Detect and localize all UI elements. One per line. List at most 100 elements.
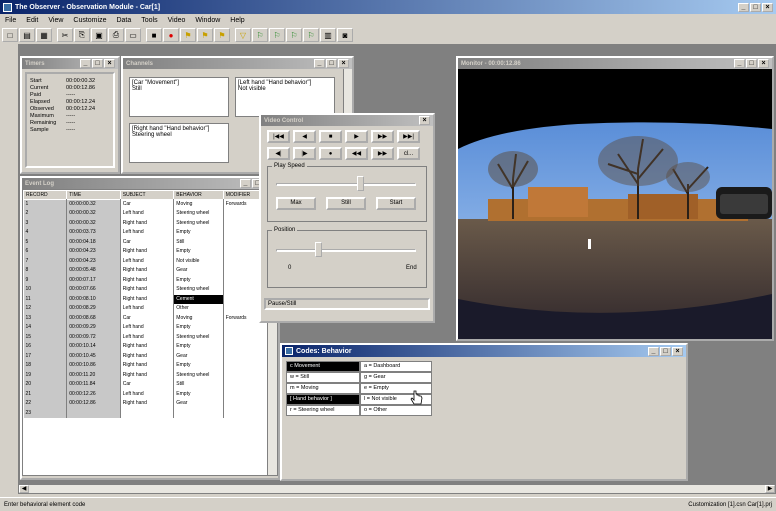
table-row[interactable]: 8 00:00:05.48 Right hand Gear	[23, 266, 269, 276]
menu-data[interactable]: Data	[111, 17, 136, 24]
minimize-icon[interactable]: _	[734, 59, 745, 68]
video-button-row1-1[interactable]: ◀	[293, 130, 316, 143]
maximize-icon[interactable]: □	[746, 59, 757, 68]
table-row[interactable]: 21 00:00:12.26 Left hand Empty	[23, 389, 269, 399]
column-header[interactable]: TIME	[66, 190, 121, 200]
video-button-row1-3[interactable]: ▶	[345, 130, 368, 143]
video-button-row2-1[interactable]: |▶	[293, 147, 316, 160]
print-icon[interactable]: ⎙	[108, 28, 124, 42]
column-header[interactable]: SUBJECT	[119, 190, 175, 200]
table-row[interactable]: 22 00:00:12.86 Right hand Gear	[23, 399, 269, 409]
menu-edit[interactable]: Edit	[21, 17, 43, 24]
column-header[interactable]: BEHAVIOR	[173, 190, 224, 200]
event-icon[interactable]: ⚑	[180, 28, 196, 42]
save-icon[interactable]: ▦	[36, 28, 52, 42]
column-header[interactable]: RECORD	[23, 190, 68, 200]
code-item[interactable]: w = Still	[286, 372, 360, 383]
code-item[interactable]: a = Dashboard	[360, 361, 432, 372]
table-row[interactable]: 14 00:00:09.29 Left hand Empty	[23, 323, 269, 333]
code-item[interactable]: o = Other	[360, 405, 432, 416]
table-row[interactable]: 16 00:00:10.14 Right hand Empty	[23, 342, 269, 352]
minimize-icon[interactable]: _	[738, 2, 749, 12]
cut-icon[interactable]: ✂	[57, 28, 73, 42]
sample-icon[interactable]: ⚑	[197, 28, 213, 42]
video-button-row1-2[interactable]: ■	[319, 130, 342, 143]
menu-video[interactable]: Video	[163, 17, 191, 24]
minimize-icon[interactable]: _	[314, 59, 325, 68]
table-row[interactable]: 1 00:00:00.32 Car Moving Forwards	[23, 199, 269, 209]
table-cell: Left hand	[120, 332, 175, 342]
video-button-row2-2[interactable]: ●	[319, 147, 342, 160]
table-row[interactable]: 23	[23, 408, 269, 418]
preview-icon[interactable]: ▭	[125, 28, 141, 42]
table-row[interactable]: 15 00:00:09.72 Left hand Steering wheel	[23, 332, 269, 342]
video-button-row2-0[interactable]: ◀|	[267, 147, 290, 160]
scroll-right-icon[interactable]: ▶	[765, 485, 775, 493]
position-thumb[interactable]	[315, 242, 322, 257]
table-row[interactable]: 13 00:00:08.68 Car Moving Forwards	[23, 313, 269, 323]
open-icon[interactable]: ▤	[19, 28, 35, 42]
table-row[interactable]: 3 00:00:00.32 Right hand Steering wheel	[23, 218, 269, 228]
code-item[interactable]: m = Moving	[286, 383, 360, 394]
table-row[interactable]: 2 00:00:00.32 Left hand Steering wheel	[23, 209, 269, 219]
video-button-row1-5[interactable]: ▶▶|	[397, 130, 420, 143]
maximize-icon[interactable]: □	[660, 346, 671, 356]
table-row[interactable]: 7 00:00:04.23 Left hand Not visible	[23, 256, 269, 266]
flag2-icon[interactable]: ⚐	[269, 28, 285, 42]
record-icon[interactable]: ●	[163, 28, 179, 42]
filter-icon[interactable]: ▽	[235, 28, 251, 42]
table-row[interactable]: 6 00:00:04.23 Right hand Empty	[23, 247, 269, 257]
table-row[interactable]: 18 00:00:10.86 Right hand Empty	[23, 361, 269, 371]
chart-icon[interactable]: ▥	[320, 28, 336, 42]
table-row[interactable]: 10 00:00:07.66 Right hand Steering wheel	[23, 285, 269, 295]
flag-icon[interactable]: ⚐	[252, 28, 268, 42]
table-row[interactable]: 12 00:00:08.29 Left hand Other	[23, 304, 269, 314]
copy-icon[interactable]: ⎘	[74, 28, 90, 42]
code-item[interactable]: g = Gear	[360, 372, 432, 383]
minimize-icon[interactable]: _	[648, 346, 659, 356]
stop-icon[interactable]: ■	[146, 28, 162, 42]
minimize-icon[interactable]: _	[240, 179, 251, 188]
table-row[interactable]: 9 00:00:07.17 Right hand Empty	[23, 275, 269, 285]
flag3-icon[interactable]: ⚐	[286, 28, 302, 42]
close-icon[interactable]: ×	[758, 59, 769, 68]
flag4-icon[interactable]: ⚐	[303, 28, 319, 42]
close-icon[interactable]: ×	[419, 116, 430, 125]
table-row[interactable]: 4 00:00:03.73 Left hand Empty	[23, 228, 269, 238]
close-icon[interactable]: ×	[104, 59, 115, 68]
table-row[interactable]: 11 00:00:08.10 Right hand Cement	[23, 294, 269, 304]
table-row[interactable]: 5 00:00:04.18 Car Still	[23, 237, 269, 247]
close-icon[interactable]: ×	[338, 59, 349, 68]
marker-icon[interactable]: ⚑	[214, 28, 230, 42]
camera-icon[interactable]: ◙	[337, 28, 353, 42]
table-row[interactable]: 19 00:00:11.20 Right hand Steering wheel	[23, 370, 269, 380]
menu-tools[interactable]: Tools	[136, 17, 162, 24]
menu-customize[interactable]: Customize	[68, 17, 111, 24]
video-button-row1-0[interactable]: |◀◀	[267, 130, 290, 143]
video-button-row2-3[interactable]: ◀◀	[345, 147, 368, 160]
menu-help[interactable]: Help	[225, 17, 249, 24]
menu-view[interactable]: View	[43, 17, 68, 24]
video-button-row1-4[interactable]: ▶▶	[371, 130, 394, 143]
scroll-left-icon[interactable]: ◀	[19, 485, 29, 493]
table-row[interactable]: 17 00:00:10.45 Right hand Gear	[23, 351, 269, 361]
code-item[interactable]: r = Steering wheel	[286, 405, 360, 416]
still-button[interactable]: Still	[326, 197, 366, 210]
paste-icon[interactable]: ▣	[91, 28, 107, 42]
menu-window[interactable]: Window	[190, 17, 225, 24]
video-button-row2-4[interactable]: ▶▶	[371, 147, 394, 160]
maximize-icon[interactable]: □	[326, 59, 337, 68]
maximize-icon[interactable]: □	[92, 59, 103, 68]
new-icon[interactable]: □	[2, 28, 18, 42]
play-speed-thumb[interactable]	[357, 176, 364, 191]
video-button-row2-5[interactable]: cl...	[397, 147, 420, 160]
start-speed-button[interactable]: Start	[376, 197, 416, 210]
minimize-icon[interactable]: _	[80, 59, 91, 68]
max-speed-button[interactable]: Max	[276, 197, 316, 210]
mdi-horizontal-scrollbar[interactable]: ◀ ▶	[18, 484, 776, 494]
close-icon[interactable]: ×	[672, 346, 683, 356]
maximize-icon[interactable]: □	[750, 2, 761, 12]
close-icon[interactable]: ×	[762, 2, 773, 12]
table-row[interactable]: 20 00:00:11.84 Car Still	[23, 380, 269, 390]
menu-file[interactable]: File	[0, 17, 21, 24]
